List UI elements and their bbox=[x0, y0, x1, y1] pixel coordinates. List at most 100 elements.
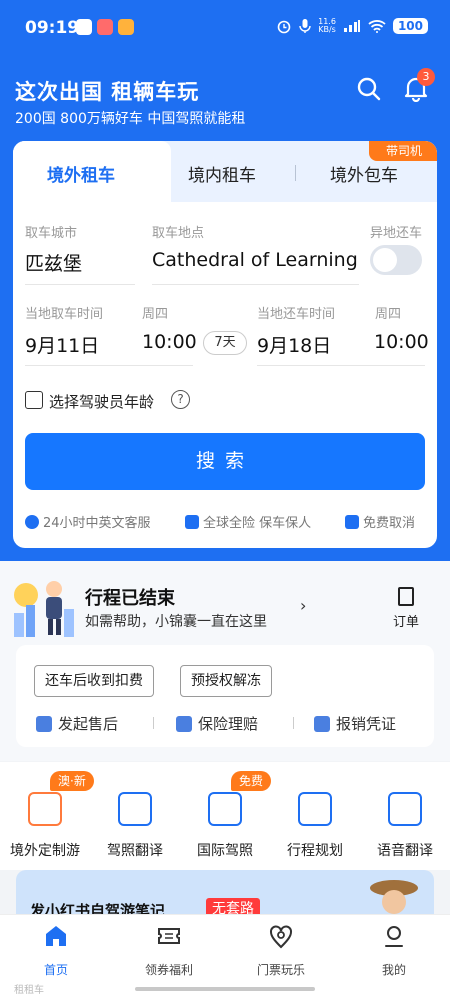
notification-badge: 3 bbox=[417, 68, 435, 86]
suitcase-icon bbox=[298, 792, 332, 826]
feature-label: 全球全险 保车保人 bbox=[203, 516, 312, 531]
return-elsewhere-label: 异地还车 bbox=[370, 226, 423, 241]
driver-age-label[interactable]: 选择驾驶员年龄 bbox=[49, 391, 154, 412]
deduction-chip[interactable]: 还车后收到扣费 bbox=[34, 665, 154, 697]
service-label: 语音翻译 bbox=[377, 843, 433, 859]
return-time-label: 当地还车时间 bbox=[257, 307, 336, 322]
tab-mine-label: 我的 bbox=[381, 963, 406, 977]
driver-age-checkbox[interactable] bbox=[25, 391, 43, 409]
pickup-time-underline bbox=[25, 365, 193, 366]
tab-coupons[interactable]: 领券福利 bbox=[129, 923, 209, 978]
service-badge: 免费 bbox=[231, 771, 272, 791]
pickup-time-label: 当地取车时间 bbox=[25, 307, 104, 322]
promo-banner[interactable]: 发小红书自驾游笔记 无套路 bbox=[16, 870, 434, 914]
pickup-weekday: 周四 bbox=[142, 307, 169, 322]
return-time-underline bbox=[257, 365, 425, 366]
tab-home[interactable]: 首页 bbox=[16, 923, 96, 978]
toggle-knob bbox=[373, 248, 397, 272]
pickup-city-underline bbox=[25, 284, 135, 285]
tab-overseas-rental[interactable]: 境外租车 bbox=[47, 161, 115, 186]
traveler-photo bbox=[370, 880, 418, 914]
orange-app-icon bbox=[118, 19, 134, 35]
status-indicators: 11.6 KB/s 100 bbox=[276, 18, 428, 34]
tab-tickets[interactable]: 门票玩乐 bbox=[241, 923, 321, 978]
service-label: 境外定制游 bbox=[10, 843, 80, 859]
status-app-icons bbox=[76, 19, 134, 35]
tab-coupons-label: 领券福利 bbox=[144, 963, 193, 977]
rental-booking-card: 境外租车 境内租车 境外包车 带司机 取车城市 匹兹堡 取车地点 Cathedr… bbox=[13, 141, 437, 548]
service-trip-planning[interactable]: 行程规划 bbox=[270, 792, 360, 860]
service-label: 国际驾照 bbox=[197, 843, 253, 859]
service-badge: 澳·新 bbox=[50, 771, 94, 791]
service-international-license[interactable]: 国际驾照 bbox=[180, 792, 270, 860]
pickup-city-label: 取车城市 bbox=[25, 226, 78, 241]
feature-insurance: 全球全险 保车保人 bbox=[185, 512, 311, 531]
home-icon bbox=[46, 926, 66, 946]
rental-days-pill: 7天 bbox=[203, 331, 247, 355]
feature-free-cancel: 免费取消 bbox=[345, 512, 415, 531]
service-custom-tour[interactable]: 境外定制游 bbox=[0, 792, 90, 860]
calendar-check-icon bbox=[345, 514, 359, 529]
return-date-field[interactable]: 9月18日 bbox=[257, 331, 331, 358]
net-speed-unit: KB/s bbox=[318, 25, 336, 34]
penguin-app-icon bbox=[76, 19, 92, 35]
cellular-signal-icon bbox=[343, 20, 360, 32]
insurance-claim-action[interactable]: 保险理赔 bbox=[176, 713, 258, 734]
driver-tag: 带司机 bbox=[369, 141, 437, 161]
hero-subtitle: 200国 800万辆好车 中国驾照就能租 bbox=[15, 111, 246, 127]
pickup-date-field[interactable]: 9月11日 bbox=[25, 331, 99, 358]
promo-tag: 无套路 bbox=[206, 898, 260, 914]
feature-label: 免费取消 bbox=[363, 516, 416, 531]
ticket-icon bbox=[158, 928, 180, 944]
service-license-translation[interactable]: 驾照翻译 bbox=[90, 792, 180, 860]
tab-overseas-charter[interactable]: 境外包车 bbox=[330, 161, 398, 186]
tab-mine[interactable]: 我的 bbox=[354, 923, 434, 978]
order-icon[interactable] bbox=[398, 587, 414, 606]
tab-domestic-rental[interactable]: 境内租车 bbox=[188, 161, 256, 186]
pickup-location-field[interactable]: Cathedral of Learning bbox=[152, 249, 358, 271]
insurance-claim-label: 保险理赔 bbox=[198, 715, 259, 733]
service-label: 行程规划 bbox=[287, 843, 343, 859]
id-card-icon bbox=[118, 792, 152, 826]
tab-divider bbox=[295, 165, 296, 181]
chevron-right-icon[interactable]: › bbox=[300, 596, 306, 615]
return-time-field[interactable]: 10:00 bbox=[374, 331, 429, 353]
action-divider bbox=[293, 717, 294, 729]
search-button[interactable]: 搜索 bbox=[25, 433, 425, 490]
trip-status-title[interactable]: 行程已结束 bbox=[85, 584, 175, 610]
service-voice-translation[interactable]: 语音翻译 bbox=[360, 792, 450, 860]
feature-label: 24小时中英文客服 bbox=[43, 516, 151, 531]
pickup-location-underline bbox=[152, 284, 359, 285]
action-divider bbox=[153, 717, 154, 729]
tab-tickets-label: 门票玩乐 bbox=[256, 963, 305, 977]
after-sales-action[interactable]: 发起售后 bbox=[36, 713, 118, 734]
profile-icon bbox=[385, 926, 403, 947]
pickup-city-field[interactable]: 匹兹堡 bbox=[25, 249, 82, 276]
app-watermark: 租租车 bbox=[14, 985, 44, 996]
person-pin-icon bbox=[36, 715, 52, 732]
help-icon[interactable]: ? bbox=[171, 390, 190, 409]
service-label: 驾照翻译 bbox=[107, 843, 163, 859]
reimbursement-action[interactable]: 报销凭证 bbox=[314, 713, 396, 734]
heart-pin-icon bbox=[270, 925, 292, 949]
battery-indicator: 100 bbox=[392, 18, 428, 34]
pickup-location-label: 取车地点 bbox=[152, 226, 205, 241]
pickup-time-field[interactable]: 10:00 bbox=[142, 331, 197, 353]
document-icon bbox=[208, 792, 242, 826]
preauth-chip[interactable]: 预授权解冻 bbox=[180, 665, 272, 697]
promo-text: 发小红书自驾游笔记 bbox=[30, 902, 166, 914]
order-button-label[interactable]: 订单 bbox=[393, 611, 419, 630]
return-elsewhere-toggle[interactable] bbox=[370, 245, 422, 275]
reimbursement-label: 报销凭证 bbox=[336, 715, 397, 733]
alarm-icon bbox=[277, 20, 291, 34]
trip-status-subtitle[interactable]: 如需帮助，小锦囊一直在这里 bbox=[85, 611, 267, 631]
search-icon[interactable] bbox=[356, 76, 382, 102]
weibo-app-icon bbox=[97, 19, 113, 35]
status-time: 09:19 bbox=[25, 18, 80, 38]
home-indicator[interactable] bbox=[135, 987, 315, 991]
rental-tabs: 境外租车 境内租车 境外包车 带司机 bbox=[13, 141, 437, 202]
wifi-icon bbox=[368, 20, 386, 33]
shield-icon bbox=[176, 715, 192, 732]
after-sales-label: 发起售后 bbox=[58, 715, 119, 733]
chat-bubble-icon bbox=[25, 514, 39, 529]
